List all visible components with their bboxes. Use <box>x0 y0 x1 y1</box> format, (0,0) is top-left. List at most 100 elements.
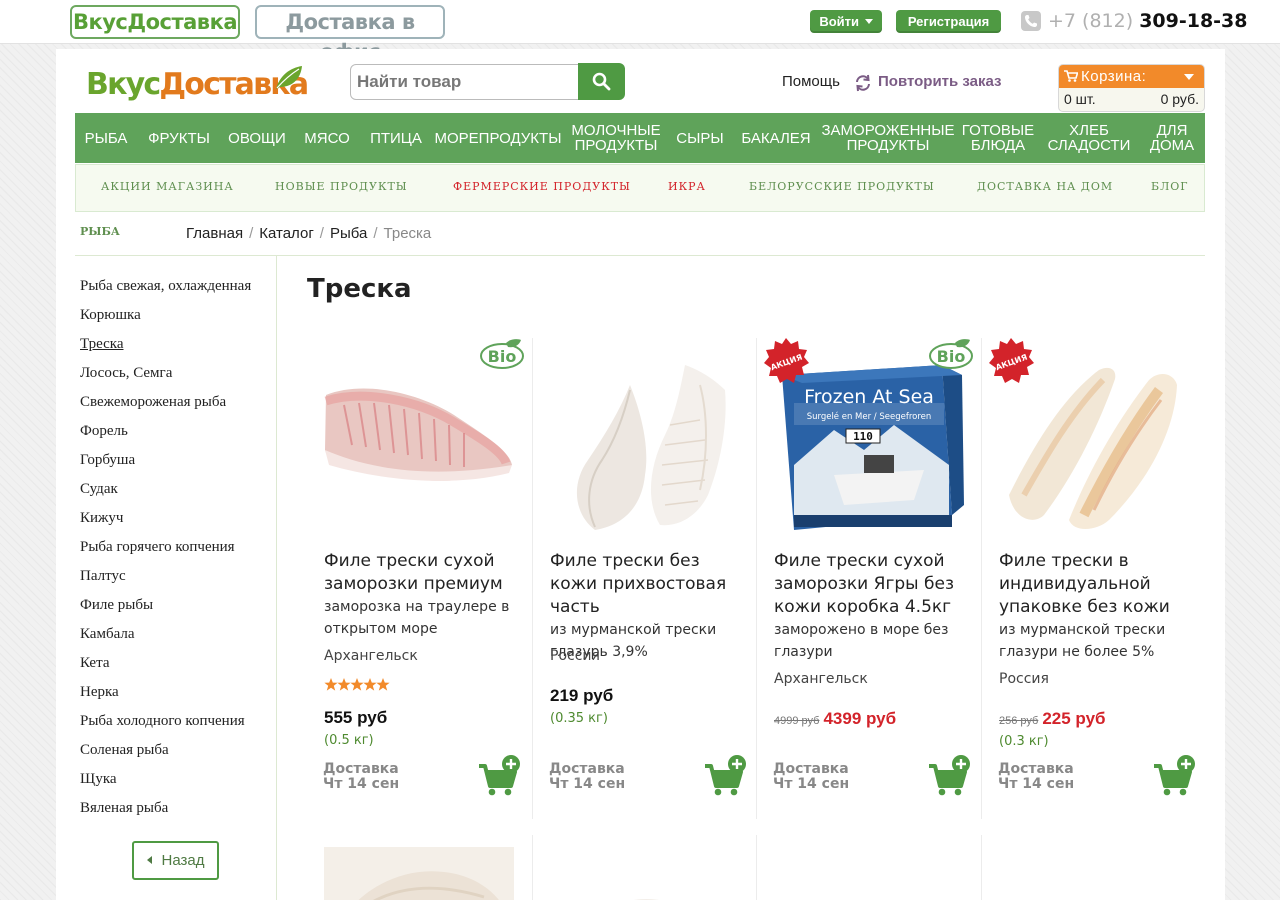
office-delivery-button[interactable]: Доставка в офис <box>255 5 445 64</box>
product-image[interactable] <box>550 847 740 900</box>
product-origin: Архангельск <box>324 648 418 664</box>
product-card[interactable] <box>981 835 1206 900</box>
breadcrumb-current: Треска <box>383 225 432 242</box>
nav-item-vegetables[interactable]: ОВОЩИ <box>221 113 293 163</box>
product-image[interactable] <box>999 847 1189 900</box>
product-card[interactable]: Филе трески без кожи прихвостовая часть … <box>532 338 757 819</box>
sidebar-item[interactable]: Горбуша <box>80 452 135 469</box>
search-input[interactable] <box>350 64 579 100</box>
product-card[interactable] <box>307 835 532 900</box>
cart-header[interactable]: Корзина: <box>1059 65 1204 88</box>
delivery-label: Доставка <box>549 761 625 777</box>
subnav-belarus-products[interactable]: БЕЛОРУССКИЕ ПРОДУКТЫ <box>749 180 935 193</box>
product-title[interactable]: Филе трески сухой заморозки премиум <box>324 550 524 596</box>
sidebar-item[interactable]: Кета <box>80 655 110 672</box>
sidebar-item-active[interactable]: Треска <box>80 336 124 353</box>
search-button[interactable] <box>578 63 625 100</box>
site-logo[interactable]: ВкусДоставка <box>86 65 309 105</box>
breadcrumb-separator: / <box>373 225 378 242</box>
subnav-blog[interactable]: БЛОГ <box>1151 180 1189 193</box>
sidebar-item[interactable]: Форель <box>80 423 128 440</box>
nav-item-dairy[interactable]: МОЛОЧНЫЕ ПРОДУКТЫ <box>565 113 667 163</box>
delivery-date: Чт 14 сен <box>773 776 850 792</box>
product-name[interactable]: Филе трески сухой заморозки Ягры без кож… <box>774 550 974 663</box>
product-card[interactable]: Bio Филе трески сухой заморозки премиум … <box>307 338 532 819</box>
sidebar-item[interactable]: Рыба свежая, охлажденная <box>80 278 251 295</box>
repeat-order-link[interactable]: Повторить заказ <box>878 73 1002 90</box>
product-title[interactable]: Филе трески в индивидуальной упаковке бе… <box>999 550 1199 619</box>
nav-item-fruits[interactable]: ФРУКТЫ <box>137 113 221 163</box>
sidebar-item[interactable]: Лосось, Семга <box>80 365 172 382</box>
product-title[interactable]: Филе трески без кожи прихвостовая часть <box>550 550 750 619</box>
product-card[interactable] <box>532 835 757 900</box>
brand-site-button[interactable]: ВкусДоставка <box>70 5 240 39</box>
product-name[interactable]: Филе трески в индивидуальной упаковке бе… <box>999 550 1199 663</box>
product-card[interactable] <box>756 835 981 900</box>
caret-down-icon <box>864 19 873 24</box>
add-to-cart-icon[interactable] <box>703 754 747 798</box>
cart-icon <box>1064 70 1079 82</box>
sidebar-item[interactable]: Рыба холодного копчения <box>80 713 245 730</box>
breadcrumb-separator: / <box>319 225 324 242</box>
sidebar-item[interactable]: Щука <box>80 771 117 788</box>
cart-quantity: 0 шт. <box>1064 91 1096 107</box>
sidebar-item[interactable]: Кижуч <box>80 510 123 527</box>
category-sidebar: Рыба свежая, охлажденная Корюшка Треска … <box>56 256 277 900</box>
sidebar-item[interactable]: Филе рыбы <box>80 597 153 614</box>
register-button[interactable]: Регистрация <box>896 10 1001 33</box>
phone-code: +7 (812) <box>1048 10 1134 32</box>
subnav-promotions[interactable]: АКЦИИ МАГАЗИНА <box>101 180 234 193</box>
login-button[interactable]: Войти <box>810 10 882 33</box>
nav-item-bread-sweets[interactable]: ХЛЕБ СЛАДОСТИ <box>1039 113 1139 163</box>
top-bar: ВкусДоставка Доставка в офис Войти Регис… <box>0 0 1280 64</box>
add-to-cart-icon[interactable] <box>927 754 971 798</box>
breadcrumb-fish[interactable]: Рыба <box>330 225 367 242</box>
cart-widget[interactable]: Корзина: 0 шт. 0 руб. <box>1058 64 1205 112</box>
nav-item-poultry[interactable]: ПТИЦА <box>361 113 431 163</box>
sidebar-item[interactable]: Нерка <box>80 684 119 701</box>
subnav-new-products[interactable]: НОВЫЕ ПРОДУКТЫ <box>275 180 408 193</box>
sidebar-item[interactable]: Рыба горячего копчения <box>80 539 235 556</box>
sidebar-item[interactable]: Палтус <box>80 568 126 585</box>
sidebar-item[interactable]: Камбала <box>80 626 135 643</box>
login-label: Войти <box>819 14 860 29</box>
phone-number[interactable]: +7 (812) 309-18-38 <box>1048 9 1248 33</box>
nav-item-frozen[interactable]: ЗАМОРОЖЕННЫЕ ПРОДУКТЫ <box>819 113 957 163</box>
add-to-cart-icon[interactable] <box>477 754 521 798</box>
breadcrumb-home[interactable]: Главная <box>186 225 243 242</box>
product-image[interactable] <box>550 355 740 535</box>
back-button[interactable]: Назад <box>132 841 219 880</box>
breadcrumb-catalog[interactable]: Каталог <box>259 225 314 242</box>
product-name[interactable]: Филе трески без кожи прихвостовая часть … <box>550 550 750 663</box>
nav-item-fish[interactable]: РЫБА <box>75 113 137 163</box>
product-origin: Россия <box>999 671 1049 687</box>
repeat-order-icon <box>856 74 870 92</box>
nav-item-seafood[interactable]: МОРЕПРОДУКТЫ <box>431 113 565 163</box>
caret-down-icon <box>1184 74 1194 80</box>
sidebar-item[interactable]: Соленая рыба <box>80 742 169 759</box>
product-image[interactable] <box>324 847 514 900</box>
product-image[interactable] <box>324 355 514 535</box>
nav-item-meat[interactable]: МЯСО <box>293 113 361 163</box>
sidebar-item[interactable]: Корюшка <box>80 307 141 324</box>
product-title[interactable]: Филе трески сухой заморозки Ягры без кож… <box>774 550 974 619</box>
sidebar-item[interactable]: Свежемороженая рыба <box>80 394 226 411</box>
product-weight: (0.35 кг) <box>550 711 608 726</box>
nav-item-grocery[interactable]: БАКАЛЕЯ <box>733 113 819 163</box>
nav-item-ready-meals[interactable]: ГОТОВЫЕ БЛЮДА <box>957 113 1039 163</box>
nav-item-cheese[interactable]: СЫРЫ <box>667 113 733 163</box>
sale-price: 225 руб <box>1042 709 1106 728</box>
product-card[interactable]: Frozen At Sea Surgelé en Mer / Seegefror… <box>756 338 981 819</box>
product-weight: (0.3 кг) <box>999 734 1049 749</box>
sidebar-item[interactable]: Судак <box>80 481 118 498</box>
subnav-farm-products[interactable]: ФЕРМЕРСКИЕ ПРОДУКТЫ <box>453 180 631 193</box>
nav-item-home[interactable]: ДЛЯ ДОМА <box>1139 113 1205 163</box>
add-to-cart-icon[interactable] <box>1152 754 1196 798</box>
help-link[interactable]: Помощь <box>782 73 840 90</box>
product-card[interactable]: АКЦИЯ Филе трески в индивидуальной упако… <box>981 338 1206 819</box>
subnav-home-delivery[interactable]: ДОСТАВКА НА ДОМ <box>977 180 1113 193</box>
product-name[interactable]: Филе трески сухой заморозки премиум замо… <box>324 550 524 640</box>
product-image[interactable] <box>774 847 964 900</box>
subnav-caviar[interactable]: ИКРА <box>668 180 706 193</box>
sidebar-item[interactable]: Вяленая рыба <box>80 800 168 817</box>
